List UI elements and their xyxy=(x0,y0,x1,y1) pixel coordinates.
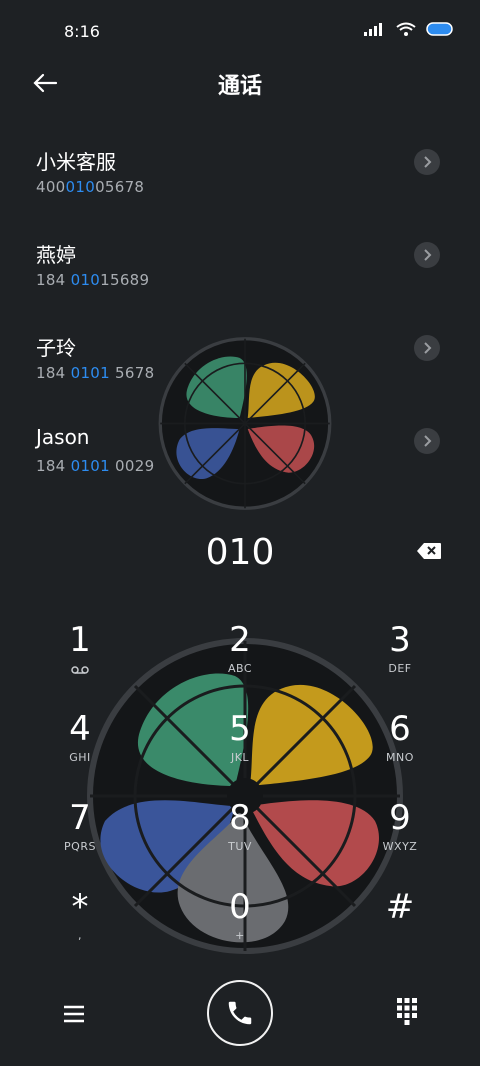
contact-number: 184 01015689 xyxy=(36,271,150,289)
status-icons xyxy=(364,22,454,36)
list-item[interactable]: 子玲 184 0101 5678 xyxy=(0,316,480,409)
key-0[interactable]: 0 + xyxy=(180,887,300,967)
list-item[interactable]: Jason 184 0101 0029 xyxy=(0,409,480,502)
key-6[interactable]: 6 MNO xyxy=(340,709,460,789)
contact-detail-button[interactable] xyxy=(414,335,440,361)
menu-icon[interactable] xyxy=(60,1000,88,1028)
dialpad-grid-icon[interactable] xyxy=(396,997,418,1025)
key-9[interactable]: 9 WXYZ xyxy=(340,798,460,878)
dialed-number-row: 010 xyxy=(0,520,480,590)
backspace-icon[interactable] xyxy=(416,542,442,560)
status-bar: 8:16 xyxy=(0,0,480,60)
chevron-right-icon xyxy=(424,435,432,447)
contact-name: Jason xyxy=(36,425,90,449)
contact-detail-button[interactable] xyxy=(414,149,440,175)
chevron-right-icon xyxy=(424,249,432,261)
list-item[interactable]: 小米客服 40001005678 xyxy=(0,130,480,223)
key-7[interactable]: 7 PQRS xyxy=(20,798,140,878)
contact-name: 燕婷 xyxy=(36,243,76,267)
contact-name: 子玲 xyxy=(36,336,76,360)
key-2[interactable]: 2 ABC xyxy=(180,620,300,700)
chevron-right-icon xyxy=(424,342,432,354)
key-4[interactable]: 4 GHI xyxy=(20,709,140,789)
bottom-bar xyxy=(0,975,480,1055)
header: 通话 xyxy=(0,60,480,110)
voicemail-icon xyxy=(71,666,89,674)
key-1[interactable]: 1 xyxy=(20,620,140,700)
contact-detail-button[interactable] xyxy=(414,428,440,454)
phone-icon xyxy=(228,1001,252,1025)
contact-number: 40001005678 xyxy=(36,178,145,196)
contact-detail-button[interactable] xyxy=(414,242,440,268)
key-star[interactable]: * , xyxy=(20,887,140,967)
call-button[interactable] xyxy=(207,980,273,1046)
key-8[interactable]: 8 TUV xyxy=(180,798,300,878)
chevron-right-icon xyxy=(424,156,432,168)
key-hash[interactable]: # xyxy=(340,887,460,967)
status-time: 8:16 xyxy=(64,22,100,41)
list-item[interactable]: 燕婷 184 01015689 xyxy=(0,223,480,316)
contact-number: 184 0101 0029 xyxy=(36,457,155,475)
battery-icon xyxy=(426,22,453,36)
contact-list: 小米客服 40001005678 燕婷 184 01015689 子玲 184 … xyxy=(0,130,480,502)
wifi-icon xyxy=(396,22,416,36)
key-5[interactable]: 5 JKL xyxy=(180,709,300,789)
contact-name: 小米客服 xyxy=(36,150,116,174)
page-title: 通话 xyxy=(217,74,262,99)
key-3[interactable]: 3 DEF xyxy=(340,620,460,700)
dialed-number[interactable]: 010 xyxy=(0,532,480,573)
signal-icon xyxy=(364,23,382,36)
contact-number: 184 0101 5678 xyxy=(36,364,155,382)
